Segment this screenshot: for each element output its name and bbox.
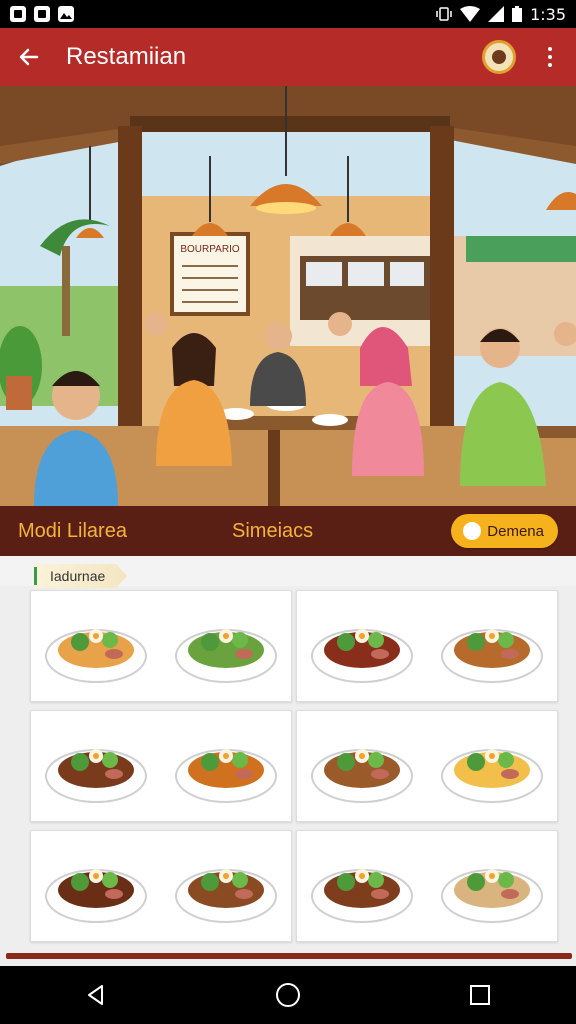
dish-grid [30,590,558,942]
section-label: Iadurnae [34,564,128,588]
recents-square-icon [470,985,490,1005]
dish-3b-plate [175,749,277,803]
dish-6a-plate [311,869,413,923]
dish-card[interactable] [30,590,292,702]
app-bar: Restamiian [0,28,576,86]
category-band: Modi Lilarea Simeiacs Demena [0,506,576,556]
nav-back-button[interactable] [66,966,126,1024]
dish-5b-plate [175,869,277,923]
battery-icon [512,6,523,22]
nav-recents-button[interactable] [450,966,510,1024]
dish-5a-plate [45,869,147,923]
wifi-icon [460,6,481,22]
home-circle-icon [276,983,300,1007]
app-notification-icon [34,6,50,22]
nav-home-button[interactable] [258,966,318,1024]
restaurant-interior-illustration: BOURPARIO [0,86,576,506]
dish-6b-plate [441,869,543,923]
dish-card[interactable] [296,590,558,702]
dish-card[interactable] [296,830,558,942]
flower-icon [465,524,480,538]
band-middle-tab[interactable]: Simeiacs [232,520,451,543]
more-vert-icon[interactable] [538,28,562,86]
page-title: Restamiian [66,43,187,70]
vibrate-icon [436,7,452,21]
demena-button-label: Demena [487,522,544,540]
notification-icon [10,6,26,22]
dish-4b-plate [441,749,543,803]
app-screen: 1:35 Restamiian BOURPARIO Modi Lilarea S… [0,0,576,1024]
dish-card[interactable] [30,710,292,822]
back-button[interactable] [0,28,58,86]
system-nav-bar [0,966,576,1024]
signal-icon [488,6,505,22]
dish-card[interactable] [296,710,558,822]
scroll-indicator[interactable] [6,953,572,959]
dish-4a-plate [311,749,413,803]
dish-1a-plate [45,629,147,683]
image-notification-icon [58,6,74,22]
dish-card[interactable] [30,830,292,942]
back-triangle-icon [88,985,103,1005]
status-bar: 1:35 [0,0,576,28]
status-time: 1:35 [530,4,566,24]
demena-button[interactable]: Demena [451,514,558,548]
dish-1b-plate [175,629,277,683]
dish-2a-plate [311,629,413,683]
band-left-tab[interactable]: Modi Lilarea [18,520,232,543]
restaurant-logo-avatar[interactable] [482,40,516,74]
dish-2b-plate [441,629,543,683]
arrow-left-icon [19,48,39,66]
menu-board-title: BOURPARIO [180,244,239,255]
dish-3a-plate [45,749,147,803]
